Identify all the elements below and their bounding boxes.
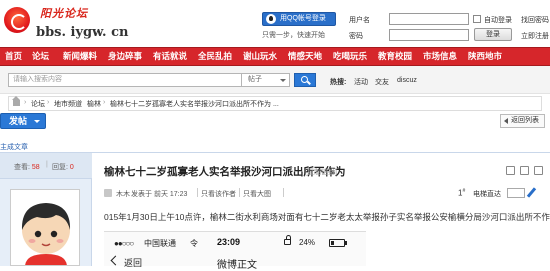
nav-item-food[interactable]: 吃喝玩乐 <box>333 48 367 65</box>
hot-link-activity[interactable]: 活动 <box>354 77 368 87</box>
qq-login-note: 只需一步，快速开始 <box>262 32 325 39</box>
thread-post: 查看: 58 | 回复: 0 榆林七十二岁孤寡老人实名举报沙河口派出所不作为 [… <box>0 152 550 271</box>
login-button[interactable]: 登录 <box>474 28 512 41</box>
next-thread-icon[interactable] <box>534 166 543 175</box>
nav-item-forum[interactable]: 论坛 <box>32 48 49 65</box>
arrow-left-icon <box>504 118 508 124</box>
battery-icon <box>329 239 345 247</box>
search-button[interactable] <box>294 73 316 87</box>
wifi-icon: 令 <box>190 239 198 248</box>
lock-icon <box>284 235 291 245</box>
only-image-link[interactable]: 只看大图 <box>243 189 271 199</box>
breadcrumb-yulin[interactable]: 榆林 <box>87 99 101 109</box>
search-type-value: 帖子 <box>248 76 262 83</box>
hot-link-dating[interactable]: 交友 <box>375 77 389 87</box>
nav-item-emotion[interactable]: 情感天地 <box>288 48 322 65</box>
logo-chinese-name: 阳光论坛 <box>40 7 88 20</box>
username-input[interactable] <box>389 13 469 25</box>
jump-floor-label: 电梯直达 <box>473 191 501 198</box>
views-stat: 查看: 58 <box>14 162 40 172</box>
nav-item-home[interactable]: 首页 <box>5 48 22 65</box>
home-icon[interactable] <box>12 96 20 106</box>
phone-time: 23:09 <box>217 237 241 247</box>
register-link[interactable]: 立即注册 <box>521 31 549 41</box>
replies-stat: 回复: 0 <box>52 162 74 172</box>
chevron-down-icon <box>280 79 286 82</box>
site-header: 阳光论坛 bbs. iygw. cn 用QQ帐号登录 只需一步，快速开始 用户名… <box>0 0 550 46</box>
print-icon[interactable] <box>506 166 515 175</box>
replies-count: 0 <box>69 164 74 171</box>
logo-emblem-icon <box>4 7 30 33</box>
phone-page-title: 微博正文 <box>217 260 257 271</box>
password-input[interactable] <box>389 29 469 41</box>
qq-login-label: 用QQ帐号登录 <box>280 15 326 22</box>
carrier-name: 中国联通 <box>144 239 176 248</box>
chevron-down-icon <box>34 120 40 123</box>
search-bar: 请输入搜索内容 帖子 热搜: 活动 交友 discuz <box>0 66 550 94</box>
logo-domain: bbs. iygw. cn <box>36 25 129 40</box>
nav-item-travel[interactable]: 谢山玩水 <box>243 48 277 65</box>
post-time: 发表于 前天 17:23 <box>131 191 188 198</box>
hot-link-discuz[interactable]: discuz <box>397 77 417 84</box>
replies-label: 回复: <box>52 164 68 171</box>
floor-number: 1# <box>458 188 465 198</box>
views-label: 查看: <box>14 164 30 171</box>
username-label: 用户名 <box>349 17 370 24</box>
new-post-button[interactable]: 发帖 <box>0 113 46 129</box>
author-avatar[interactable] <box>10 189 80 266</box>
auto-login-label: 自动登录 <box>484 17 512 24</box>
back-to-list-label: 返回列表 <box>511 117 539 124</box>
thread-stats: 查看: 58 | 回复: 0 <box>0 153 92 179</box>
author-small-icon <box>104 189 112 197</box>
back-to-list-button[interactable]: 返回列表 <box>500 114 545 128</box>
nav-item-cities[interactable]: 陕西地市 <box>468 48 502 65</box>
copy-link[interactable]: [复制链接] <box>305 167 337 177</box>
search-type-select[interactable]: 帖子 <box>242 73 290 87</box>
chevron-left-icon <box>110 255 121 266</box>
views-count: 58 <box>31 164 40 171</box>
prev-thread-icon[interactable] <box>520 166 529 175</box>
only-author-link[interactable]: 只看该作者 <box>201 189 236 199</box>
phone-back-label: 返回 <box>124 258 143 268</box>
breadcrumb-city-channel[interactable]: 地市频道 <box>54 99 82 109</box>
author-name[interactable]: 木木 <box>116 189 130 199</box>
jump-floor-input[interactable] <box>507 188 525 198</box>
floor-suffix: # <box>462 188 466 194</box>
qq-login-button[interactable]: 用QQ帐号登录 <box>262 12 336 26</box>
breadcrumb-forum[interactable]: 论坛 <box>31 99 45 109</box>
author-column: 查看: 58 | 回复: 0 <box>0 153 92 266</box>
main-nav: 首页 论坛 新闻爆料 身边碎事 有话就说 全民乱拍 谢山玩水 情感天地 吃喝玩乐… <box>0 47 550 66</box>
breadcrumb-thread: 榆林七十二岁孤寡老人实名举报沙河口派出所不作为 ... <box>110 101 279 108</box>
section-label[interactable]: 主成文章 <box>0 142 28 152</box>
qq-penguin-icon <box>266 14 276 24</box>
breadcrumb: › 论坛 › 地市频道 › 榆林 › 榆林七十二岁孤寡老人实名举报沙河口派出所不… <box>8 96 542 111</box>
new-post-label: 发帖 <box>9 116 28 126</box>
nav-item-market[interactable]: 市场信息 <box>423 48 457 65</box>
signal-strength-icon: ●●○○○ <box>114 239 134 248</box>
find-password-link[interactable]: 找回密码 <box>521 15 549 25</box>
auto-login-checkbox[interactable] <box>473 15 481 23</box>
nav-item-news[interactable]: 新闻爆料 <box>63 48 97 65</box>
search-input[interactable]: 请输入搜索内容 <box>8 73 242 87</box>
nav-item-education[interactable]: 教育校园 <box>378 48 412 65</box>
password-label: 密码 <box>349 33 363 40</box>
nav-item-photos[interactable]: 全民乱拍 <box>198 48 232 65</box>
embedded-phone-screenshot: ●●○○○ 中国联通 令 23:09 24% 返回 微博正文 <box>104 231 366 271</box>
nav-item-local[interactable]: 身边碎事 <box>108 48 142 65</box>
battery-percent: 24% <box>299 238 316 247</box>
nav-item-talk[interactable]: 有话就说 <box>153 48 187 65</box>
hot-search-label: 热搜: <box>330 79 347 86</box>
pencil-icon[interactable] <box>526 187 537 198</box>
post-body: 015年1月30日上午10点许，榆林二街水利商场对面有七十二岁老太太举报孙子实名… <box>104 212 550 222</box>
cartoon-avatar-icon <box>11 190 79 265</box>
